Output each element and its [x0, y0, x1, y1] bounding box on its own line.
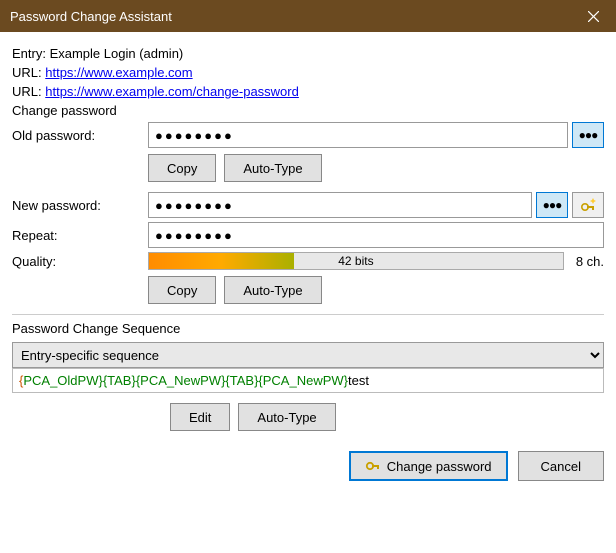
entry-prefix: Entry: — [12, 46, 50, 61]
generate-password-button[interactable] — [572, 192, 604, 218]
quality-fill — [149, 253, 294, 269]
quality-label: Quality: — [12, 254, 148, 269]
sequence-text: {PCA_OldPW}{TAB}{PCA_NewPW}{TAB}{PCA_New… — [12, 368, 604, 393]
divider — [12, 314, 604, 315]
new-password-input[interactable] — [148, 192, 532, 218]
url-link-2[interactable]: https://www.example.com/change-password — [45, 84, 299, 99]
titlebar: Password Change Assistant — [0, 0, 616, 32]
change-password-heading: Change password — [12, 103, 604, 118]
edit-sequence-button[interactable]: Edit — [170, 403, 230, 431]
change-password-button[interactable]: Change password — [349, 451, 508, 481]
quality-bits: 42 bits — [338, 254, 373, 268]
key-sparkle-icon — [579, 197, 597, 213]
dots-icon: ●●● — [543, 198, 562, 212]
repeat-label: Repeat: — [12, 228, 148, 243]
window-title: Password Change Assistant — [10, 9, 172, 24]
url-prefix-1: URL: — [12, 65, 45, 80]
cancel-button[interactable]: Cancel — [518, 451, 604, 481]
autotype-new-button[interactable]: Auto-Type — [224, 276, 321, 304]
url-line-1: URL: https://www.example.com — [12, 65, 604, 80]
sequence-header: Password Change Sequence — [12, 321, 604, 336]
url-prefix-2: URL: — [12, 84, 45, 99]
autotype-old-button[interactable]: Auto-Type — [224, 154, 321, 182]
dots-icon: ●●● — [579, 128, 598, 142]
copy-new-button[interactable]: Copy — [148, 276, 216, 304]
close-button[interactable] — [570, 0, 616, 32]
quality-chars: 8 ch. — [576, 254, 604, 269]
old-password-input[interactable] — [148, 122, 568, 148]
sequence-tail: test — [348, 373, 369, 388]
reveal-new-password-button[interactable]: ●●● — [536, 192, 568, 218]
entry-line: Entry: Example Login (admin) — [12, 46, 604, 61]
quality-bar: 42 bits — [148, 252, 564, 270]
repeat-password-input[interactable] — [148, 222, 604, 248]
key-icon — [365, 458, 381, 474]
old-password-label: Old password: — [12, 128, 148, 143]
sequence-placeholders: PCA_OldPW}{TAB}{PCA_NewPW}{TAB}{PCA_NewP… — [23, 373, 348, 388]
new-password-label: New password: — [12, 198, 148, 213]
url-line-2: URL: https://www.example.com/change-pass… — [12, 84, 604, 99]
copy-old-button[interactable]: Copy — [148, 154, 216, 182]
reveal-old-password-button[interactable]: ●●● — [572, 122, 604, 148]
url-link-1[interactable]: https://www.example.com — [45, 65, 192, 80]
entry-value: Example Login (admin) — [50, 46, 184, 61]
sequence-dropdown[interactable]: Entry-specific sequence — [12, 342, 604, 368]
change-password-label: Change password — [387, 459, 492, 474]
autotype-sequence-button[interactable]: Auto-Type — [238, 403, 335, 431]
